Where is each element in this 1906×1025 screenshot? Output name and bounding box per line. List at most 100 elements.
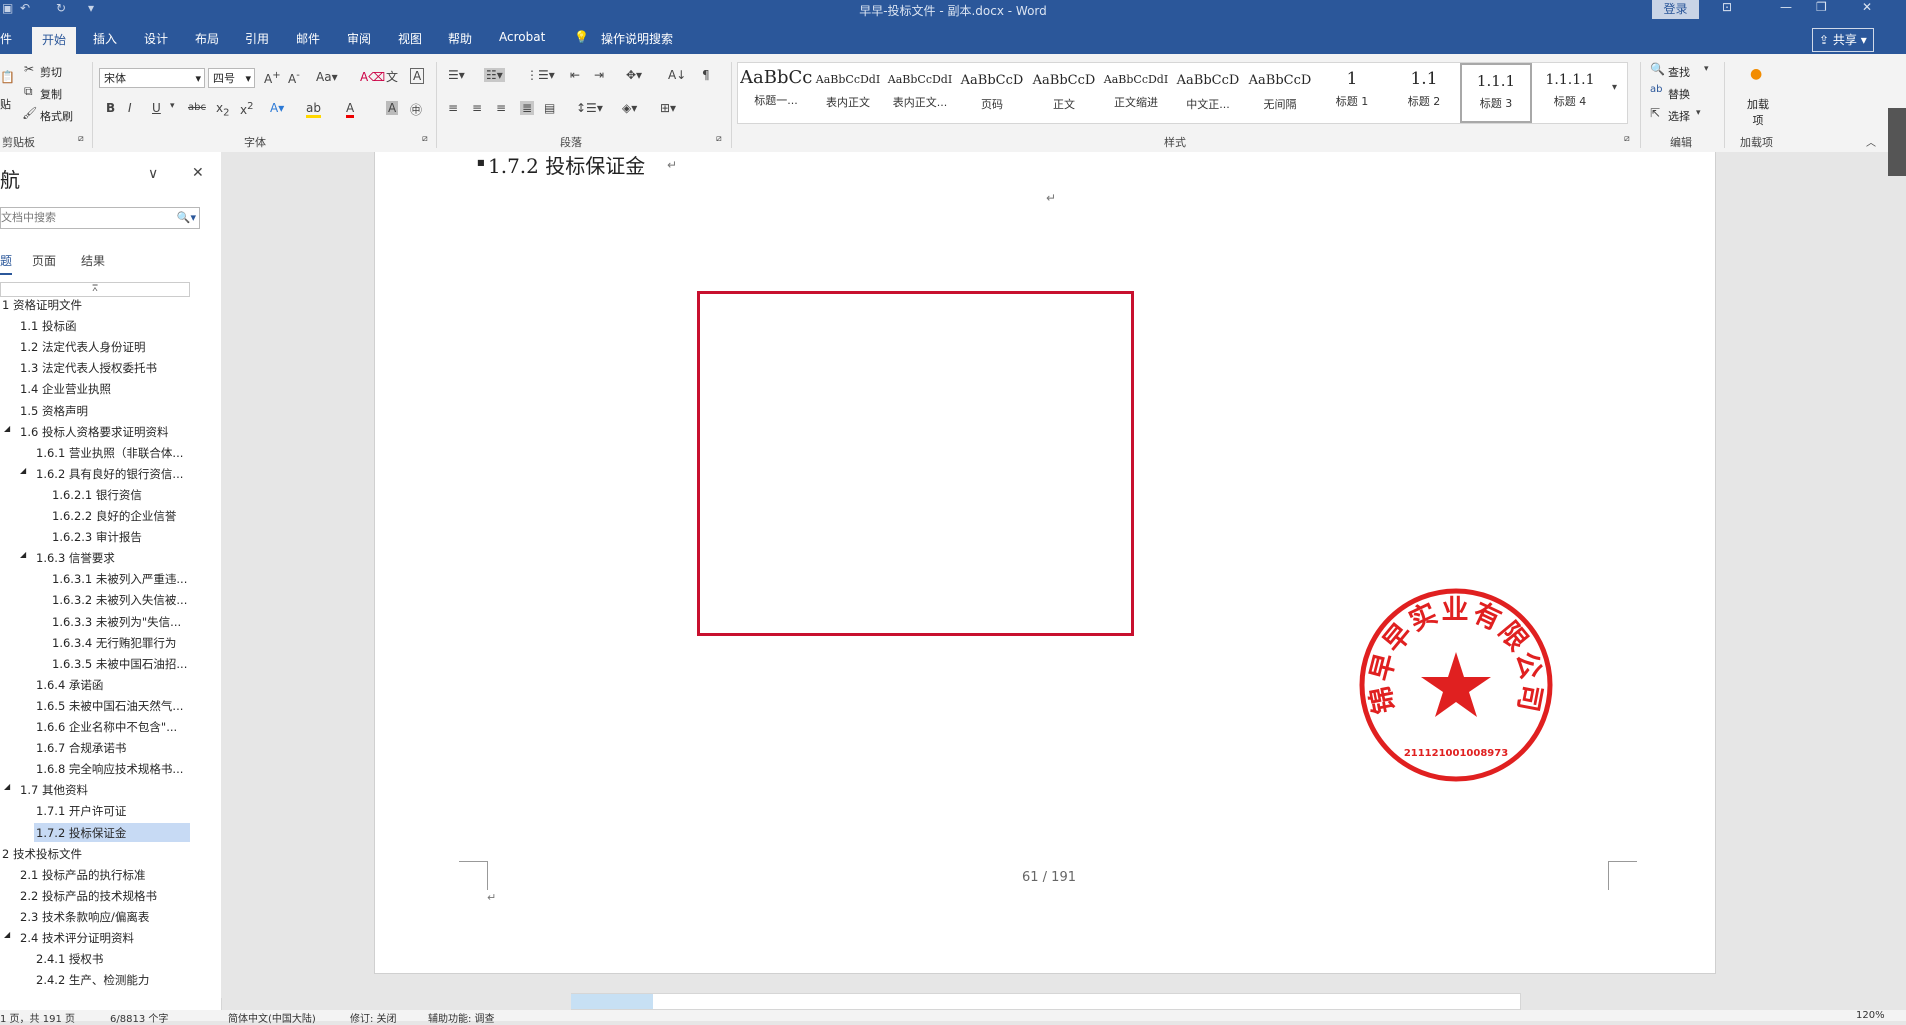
- style-heading-4[interactable]: 1.1.1.1 标题 4: [1534, 63, 1606, 123]
- toc-item[interactable]: 1.6.2.1 银行资信: [52, 487, 142, 503]
- style-normal-indent[interactable]: AaBbCcDdI 正文缩进: [1100, 63, 1172, 123]
- highlight-icon[interactable]: ab: [306, 101, 321, 118]
- toc-item[interactable]: 1 资格证明文件: [2, 297, 82, 313]
- underline-icon[interactable]: U: [152, 101, 161, 115]
- nav-scroll-up[interactable]: ⩞: [0, 282, 190, 297]
- toc-item[interactable]: 1.4 企业营业执照: [20, 381, 111, 397]
- find-dropdown-icon[interactable]: ▾: [1704, 64, 1709, 74]
- underline-dropdown-icon[interactable]: ▾: [170, 101, 175, 111]
- style-table-body[interactable]: AaBbCcDdI 表内正文: [812, 63, 884, 123]
- select-dropdown-icon[interactable]: ▾: [1696, 108, 1701, 118]
- search-icon[interactable]: 🔍▾: [177, 208, 196, 228]
- increase-indent-icon[interactable]: ⇥: [594, 68, 604, 82]
- bullets-icon[interactable]: ☰▾: [448, 68, 465, 82]
- toc-item[interactable]: 1.6.2.3 审计报告: [52, 529, 142, 545]
- select-button[interactable]: 选择: [1668, 108, 1690, 124]
- decrease-indent-icon[interactable]: ⇤: [570, 68, 580, 82]
- toc-item[interactable]: 1.7.1 开户许可证: [36, 803, 126, 819]
- paste-button[interactable]: 贴: [0, 96, 11, 112]
- horizontal-scroll-thumb[interactable]: [571, 994, 653, 1009]
- toc-item[interactable]: 2.2 投标产品的技术规格书: [20, 888, 157, 904]
- strikethrough-icon[interactable]: abc: [188, 102, 206, 113]
- line-spacing-icon[interactable]: ↕☰▾: [576, 101, 603, 115]
- toc-item[interactable]: 1.6.8 完全响应技术规格书...: [36, 761, 183, 777]
- toc-item[interactable]: 2.1 投标产品的执行标准: [20, 867, 145, 883]
- find-button[interactable]: 查找: [1668, 64, 1690, 80]
- style-heading-1[interactable]: 1 标题 1: [1316, 63, 1388, 123]
- tab-insert[interactable]: 插入: [93, 30, 117, 47]
- toc-item[interactable]: 2.4.1 授权书: [36, 951, 103, 967]
- style-heading-3[interactable]: 1.1.1 标题 3: [1460, 63, 1532, 123]
- text-effects-icon[interactable]: A▾: [270, 101, 284, 115]
- login-button[interactable]: 登录: [1652, 0, 1699, 19]
- show-marks-icon[interactable]: ¶: [702, 68, 710, 82]
- styles-launcher-icon[interactable]: ⧄: [1624, 134, 1630, 144]
- bold-icon[interactable]: B: [106, 101, 115, 115]
- format-painter-button[interactable]: 格式刷: [40, 108, 73, 124]
- toc-item[interactable]: 1.6.7 合规承诺书: [36, 740, 126, 756]
- toc-item[interactable]: 1.6.3.2 未被列入失信被...: [52, 592, 187, 608]
- close-icon[interactable]: ✕: [1862, 0, 1872, 14]
- font-name-select[interactable]: 宋体 ▾: [99, 68, 205, 88]
- clipboard-launcher-icon[interactable]: ⧄: [78, 134, 84, 144]
- multilevel-list-icon[interactable]: ⋮☰▾: [526, 68, 555, 82]
- collapse-ribbon-icon[interactable]: ︿: [1866, 134, 1876, 149]
- cut-button[interactable]: 剪切: [40, 64, 62, 80]
- toc-expand-icon[interactable]: ◢: [20, 550, 26, 559]
- toc-item[interactable]: 1.6.3.5 未被中国石油招...: [52, 656, 187, 672]
- toc-item[interactable]: 1.6 投标人资格要求证明资料: [20, 424, 168, 440]
- toc-item[interactable]: 1.6.2 具有良好的银行资信...: [36, 466, 183, 482]
- enclose-character-icon[interactable]: ㊥: [410, 101, 422, 118]
- style-chinese-body[interactable]: AaBbCcD 中文正...: [1172, 63, 1244, 123]
- toc-item[interactable]: 1.6.2.2 良好的企业信誉: [52, 508, 176, 524]
- paste-icon[interactable]: 📋: [0, 70, 15, 84]
- phonetic-guide-icon[interactable]: 文: [386, 68, 398, 85]
- toc-item[interactable]: 1.5 资格声明: [20, 403, 88, 419]
- tab-design[interactable]: 设计: [144, 30, 168, 47]
- nav-search-input[interactable]: 文档中搜索 🔍▾: [0, 207, 200, 229]
- toc-item[interactable]: 2.3 技术条款响应/偏离表: [20, 909, 149, 925]
- toc-item[interactable]: 1.6.3 信誉要求: [36, 550, 115, 566]
- status-zoom[interactable]: 120%: [1856, 1010, 1885, 1021]
- copy-button[interactable]: 复制: [40, 86, 62, 102]
- toc-expand-icon[interactable]: ◢: [4, 930, 10, 939]
- vertical-scroll-thumb[interactable]: [1888, 108, 1906, 176]
- status-track-changes[interactable]: 修订: 关闭: [350, 1010, 397, 1025]
- tab-review[interactable]: 审阅: [347, 30, 371, 47]
- font-size-select[interactable]: 四号 ▾: [208, 68, 255, 88]
- tab-file[interactable]: 件: [0, 30, 12, 47]
- toc-expand-icon[interactable]: ◢: [4, 782, 10, 791]
- change-case-icon[interactable]: Aa▾: [316, 70, 338, 84]
- paragraph-launcher-icon[interactable]: ⧄: [716, 134, 722, 144]
- italic-icon[interactable]: I: [128, 101, 132, 115]
- tab-view[interactable]: 视图: [398, 30, 422, 47]
- character-border-icon[interactable]: A: [410, 68, 425, 84]
- align-left-icon[interactable]: ≡: [448, 101, 458, 115]
- toc-item[interactable]: 2.4.2 生产、检测能力: [36, 972, 149, 988]
- character-shading-icon[interactable]: A: [386, 101, 399, 115]
- toc-item[interactable]: 1.2 法定代表人身份证明: [20, 339, 145, 355]
- shading-icon[interactable]: ◈▾: [622, 101, 637, 115]
- toc-item[interactable]: 1.6.3.3 未被列为"失信...: [52, 614, 181, 630]
- toc-item[interactable]: 1.6.6 企业名称中不包含"...: [36, 719, 177, 735]
- grow-font-icon[interactable]: A+: [264, 70, 281, 86]
- tab-mailings[interactable]: 邮件: [296, 30, 320, 47]
- nav-tab-pages[interactable]: 页面: [32, 252, 56, 269]
- style-page-number[interactable]: AaBbCcD 页码: [956, 63, 1028, 123]
- status-accessibility[interactable]: 辅助功能: 调查: [428, 1010, 495, 1025]
- horizontal-scrollbar[interactable]: [571, 993, 1521, 1010]
- toc-item[interactable]: 1.6.4 承诺函: [36, 677, 103, 693]
- share-button[interactable]: ⇪ 共享 ▾: [1812, 28, 1874, 52]
- tab-acrobat[interactable]: Acrobat: [499, 30, 545, 44]
- status-language[interactable]: 简体中文(中国大陆): [228, 1010, 316, 1025]
- align-center-icon[interactable]: ≡: [472, 101, 482, 115]
- toc-item[interactable]: 1.6.3.4 无行贿犯罪行为: [52, 635, 176, 651]
- shrink-font-icon[interactable]: A-: [288, 70, 300, 86]
- style-heading-2[interactable]: 1.1 标题 2: [1388, 63, 1460, 123]
- style-heading-one[interactable]: AaBbCc 标题一...: [740, 63, 812, 123]
- align-right-icon[interactable]: ≡: [496, 101, 506, 115]
- tell-me-search[interactable]: 操作说明搜索: [601, 30, 673, 47]
- superscript-icon[interactable]: x2: [240, 101, 253, 117]
- font-launcher-icon[interactable]: ⧄: [422, 134, 428, 144]
- toc-item[interactable]: 1.3 法定代表人授权委托书: [20, 360, 157, 376]
